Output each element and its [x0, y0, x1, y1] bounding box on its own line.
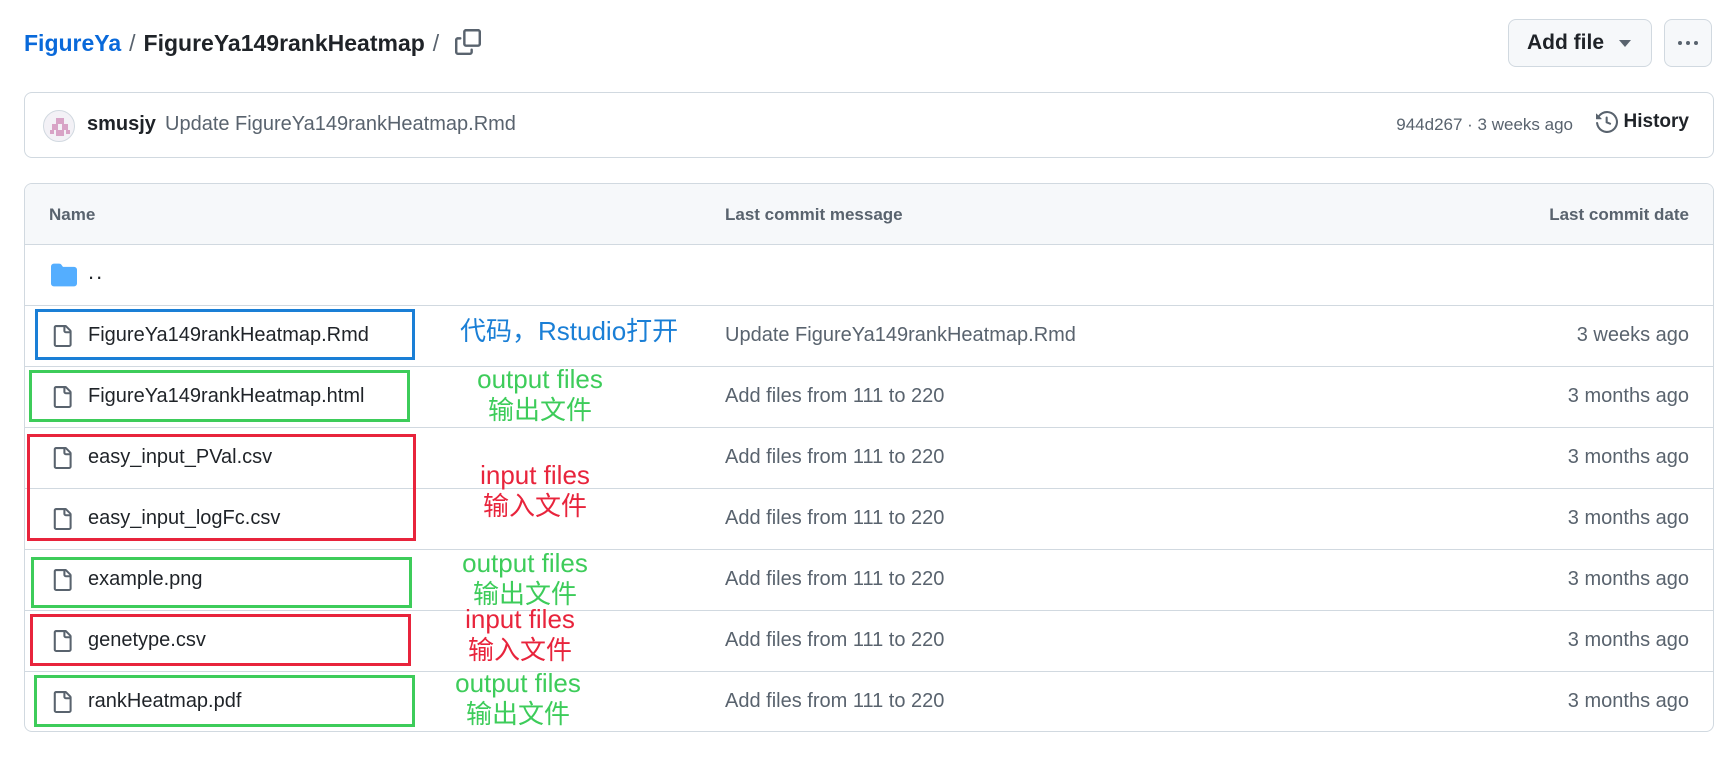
- copy-path-button[interactable]: [452, 26, 484, 58]
- file-table: Name Last commit message Last commit dat…: [24, 183, 1714, 732]
- file-name-link[interactable]: easy_input_PVal.csv: [88, 446, 272, 469]
- file-icon: [53, 569, 72, 591]
- history-button[interactable]: History: [1595, 111, 1689, 133]
- column-header-message: Last commit message: [725, 205, 903, 224]
- table-row[interactable]: FigureYa149rankHeatmap.html Add files fr…: [25, 367, 1713, 428]
- file-commit-message[interactable]: Add files from 111 to 220: [725, 507, 944, 530]
- history-icon: [1595, 111, 1618, 133]
- file-commit-date: 3 months ago: [1567, 568, 1689, 590]
- file-commit-message[interactable]: Update FigureYa149rankHeatmap.Rmd: [725, 324, 1076, 347]
- add-file-label: Add file: [1527, 31, 1604, 54]
- annotation-line-en: output files: [462, 548, 588, 578]
- folder-icon: [51, 263, 77, 287]
- column-header-name: Name: [49, 205, 96, 224]
- more-options-button[interactable]: [1664, 19, 1712, 67]
- file-commit-date: 3 months ago: [1567, 690, 1689, 712]
- commit-message[interactable]: Update FigureYa149rankHeatmap.Rmd: [165, 113, 516, 136]
- latest-commit-bar: smusjy Update FigureYa149rankHeatmap.Rmd…: [24, 92, 1714, 158]
- file-commit-date: 3 months ago: [1567, 629, 1689, 651]
- annotation-label-output: output files 输出文件: [455, 548, 595, 610]
- commit-author[interactable]: smusjy: [87, 113, 156, 136]
- add-file-button[interactable]: Add file: [1508, 19, 1652, 67]
- file-commit-message[interactable]: Add files from 111 to 220: [725, 629, 944, 652]
- identicon-icon: [50, 118, 70, 136]
- annotation-label-input: input files 输入文件: [455, 604, 585, 666]
- file-commit-message[interactable]: Add files from 111 to 220: [725, 690, 944, 713]
- table-row-parent[interactable]: ..: [25, 245, 1713, 306]
- file-commit-date: 3 months ago: [1567, 507, 1689, 529]
- file-commit-date: 3 months ago: [1567, 446, 1689, 468]
- table-header: Name Last commit message Last commit dat…: [25, 184, 1713, 245]
- avatar[interactable]: [43, 110, 75, 142]
- file-name-link[interactable]: easy_input_logFc.csv: [88, 507, 280, 530]
- file-icon: [53, 691, 72, 713]
- annotation-line-zh: 输出文件: [465, 699, 570, 729]
- breadcrumb-repo-link[interactable]: FigureYa: [24, 30, 121, 57]
- annotation-line-zh: 输出文件: [487, 395, 592, 425]
- commit-meta[interactable]: 944d267 · 3 weeks ago: [1396, 115, 1573, 135]
- annotation-line-zh: 输入文件: [482, 491, 587, 521]
- file-icon: [53, 508, 72, 530]
- file-name-link[interactable]: genetype.csv: [88, 629, 206, 652]
- table-row[interactable]: FigureYa149rankHeatmap.Rmd Update Figure…: [25, 306, 1713, 367]
- breadcrumb-current-folder: FigureYa149rankHeatmap: [143, 30, 425, 56]
- file-name-link[interactable]: example.png: [88, 568, 203, 591]
- annotation-label-code: 代码，Rstudio打开: [460, 316, 679, 346]
- history-label: History: [1623, 111, 1689, 132]
- table-row[interactable]: easy_input_logFc.csv Add files from 111 …: [25, 489, 1713, 550]
- repo-header: FigureYa / FigureYa149rankHeatmap / Add …: [24, 14, 1714, 74]
- table-row[interactable]: easy_input_PVal.csv Add files from 111 t…: [25, 428, 1713, 489]
- breadcrumb-trailing-separator: /: [432, 30, 440, 56]
- file-icon: [53, 447, 72, 469]
- caret-down-icon: [1619, 40, 1631, 47]
- table-row[interactable]: rankHeatmap.pdf Add files from 111 to 22…: [25, 672, 1713, 731]
- annotation-line-en: input files: [465, 604, 575, 634]
- table-row[interactable]: genetype.csv Add files from 111 to 220 3…: [25, 611, 1713, 672]
- file-name-link[interactable]: FigureYa149rankHeatmap.html: [88, 385, 364, 408]
- breadcrumb-separator: /: [129, 30, 136, 56]
- annotation-line-en: output files: [455, 668, 581, 698]
- parent-directory-link[interactable]: ..: [88, 259, 104, 285]
- annotation-label-input: input files 输入文件: [470, 460, 600, 522]
- annotation-line-en: input files: [480, 460, 590, 490]
- file-icon: [53, 325, 72, 347]
- annotation-line-en: output files: [477, 364, 603, 394]
- file-commit-date: 3 months ago: [1567, 385, 1689, 407]
- file-name-link[interactable]: rankHeatmap.pdf: [88, 690, 241, 713]
- annotation-label-output: output files 输出文件: [470, 364, 610, 426]
- table-row[interactable]: example.png Add files from 111 to 220 3 …: [25, 550, 1713, 611]
- copy-icon: [455, 29, 481, 55]
- annotation-label-output: output files 输出文件: [448, 668, 588, 730]
- column-header-date: Last commit date: [1549, 205, 1689, 224]
- file-commit-date: 3 weeks ago: [1576, 324, 1689, 346]
- file-name-link[interactable]: FigureYa149rankHeatmap.Rmd: [88, 324, 369, 347]
- file-commit-message[interactable]: Add files from 111 to 220: [725, 446, 944, 469]
- kebab-horizontal-icon: [1678, 41, 1682, 45]
- file-commit-message[interactable]: Add files from 111 to 220: [725, 385, 944, 408]
- file-icon: [53, 630, 72, 652]
- breadcrumb: FigureYa / FigureYa149rankHeatmap /: [24, 30, 447, 57]
- annotation-line-zh: 输入文件: [467, 635, 572, 665]
- file-icon: [53, 386, 72, 408]
- file-commit-message[interactable]: Add files from 111 to 220: [725, 568, 944, 591]
